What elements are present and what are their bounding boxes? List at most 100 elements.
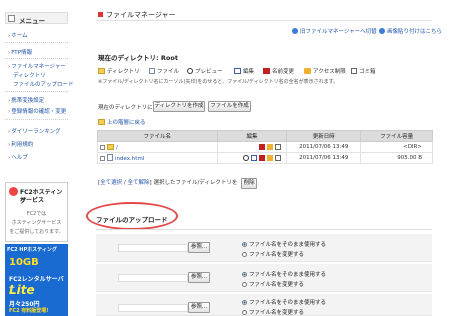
divider	[96, 229, 432, 230]
radio-icon	[242, 242, 247, 247]
file-path-field[interactable]	[118, 304, 188, 312]
browse-button[interactable]: 参照...	[188, 302, 210, 313]
lock-icon[interactable]	[267, 143, 274, 150]
parent-directory-link[interactable]: 上の階層に戻る	[98, 118, 146, 126]
preview-icon	[187, 68, 193, 74]
row-checkbox[interactable]	[100, 156, 105, 161]
browse-button[interactable]: 参照...	[188, 272, 210, 283]
trash-icon[interactable]	[275, 143, 282, 150]
radio-icon	[242, 310, 247, 315]
divider	[5, 119, 68, 120]
bullet-icon: ›	[8, 64, 11, 70]
table-row: index.html 2011/07/06 13:49 905.00 B	[97, 152, 433, 164]
preview-icon[interactable]	[243, 154, 250, 161]
hint-text: ※ファイル/ディレクトリ名にカーソル(矢印)をのせると、ファイル/ディレクトリ名…	[98, 79, 339, 85]
size-cell: <DIR>	[360, 141, 433, 153]
radio-icon	[242, 252, 247, 257]
rental-server-banner[interactable]: FC2 HPホスティング 10GB FC2レンタルサーバー Lite 月々250…	[5, 244, 68, 316]
radio-change-name[interactable]: ファイル名を変更する	[242, 308, 304, 316]
bullet-icon: ›	[8, 155, 11, 161]
trash-icon	[351, 68, 357, 74]
browse-button[interactable]: 参照...	[188, 242, 210, 253]
sidebar-item-file-upload[interactable]: ファイルのアップロード	[13, 80, 74, 88]
sidebar-item-ranking[interactable]: ›ダイリーランキング	[8, 127, 61, 135]
legend-edit: 編集	[234, 67, 254, 75]
file-name-link[interactable]: /	[116, 145, 118, 151]
banner-text: FC2 HPホスティング	[7, 247, 57, 253]
upload-row: 参照... ファイル名をそのまま使用する ファイル名を変更する	[96, 234, 432, 262]
old-manager-link[interactable]: 旧ファイルマネージャーへ切替	[292, 27, 377, 35]
file-icon	[149, 68, 155, 74]
sidebar-item-mobile-settings[interactable]: ›携帯変換設定	[8, 96, 44, 104]
radio-keep-name[interactable]: ファイル名をそのまま使用する	[242, 298, 326, 306]
radio-change-name[interactable]: ファイル名を変更する	[242, 280, 304, 288]
sidebar-item-file-manager[interactable]: ›ファイルマネージャー	[8, 62, 66, 70]
delete-button[interactable]: 削除	[241, 178, 258, 189]
hosting-ad[interactable]: FC2ホスティング サービス FC2では ホスティングサービス をご提供しており…	[5, 182, 68, 242]
file-path-field[interactable]	[118, 244, 188, 252]
upload-row: 参照... ファイル名をそのまま使用する ファイル名を変更する	[96, 264, 432, 292]
col-updated: 更新日時	[286, 130, 362, 142]
file-table: ファイル名 編集 更新日時 ファイル容量 / 2011/07/06 13:49 …	[97, 130, 433, 164]
bullet-icon: ›	[8, 98, 11, 104]
file-path-field[interactable]	[118, 274, 188, 282]
rename-icon[interactable]	[259, 143, 266, 150]
page-title: ファイルマネージャー	[106, 11, 176, 19]
bullet-icon: ›	[8, 109, 11, 115]
rename-icon	[263, 68, 270, 74]
col-edit: 編集	[216, 130, 288, 142]
selected-label: 選択したファイル/ディレクトリを	[153, 180, 238, 186]
legend-access: アクセス制限	[304, 67, 346, 75]
create-file-button[interactable]: ファイルを作成	[208, 101, 251, 112]
sidebar-item-ftp[interactable]: ›FTP情報	[8, 48, 32, 56]
sidebar-item-account-info[interactable]: ›登録情報の確認・変更	[8, 107, 66, 115]
edit-icon[interactable]	[251, 154, 258, 161]
row-checkbox[interactable]	[100, 144, 105, 150]
table-row: / 2011/07/06 13:49 <DIR>	[97, 141, 433, 153]
date-cell: 2011/07/06 13:49	[286, 141, 362, 153]
radio-change-name[interactable]: ファイル名を変更する	[242, 250, 304, 258]
info-icon	[379, 28, 385, 34]
divider	[5, 42, 68, 43]
folder-icon	[98, 68, 105, 74]
banner-text: 10GB	[9, 257, 39, 268]
bullet-icon: ›	[8, 50, 11, 56]
menu-header: メニュー	[5, 12, 68, 25]
deselect-all-link[interactable]: 全て解除	[128, 180, 150, 186]
radio-keep-name[interactable]: ファイル名をそのまま使用する	[242, 240, 326, 248]
edit-cell	[216, 141, 288, 153]
file-name-cell: /	[97, 141, 218, 153]
col-filename: ファイル名	[97, 130, 218, 142]
legend-file: ファイル	[149, 67, 179, 75]
sidebar-item-directory[interactable]: ディレクトリ	[13, 71, 46, 79]
upload-row: 参照... ファイル名をそのまま使用する ファイル名を変更する	[96, 294, 432, 316]
rename-icon[interactable]	[259, 154, 266, 161]
fc2-logo-icon	[9, 187, 18, 196]
trash-icon[interactable]	[275, 154, 282, 161]
sidebar-item-home[interactable]: ›ホーム	[8, 31, 28, 39]
select-all-link[interactable]: 全て選択	[100, 180, 122, 186]
bullet-icon: ›	[8, 33, 11, 39]
info-icon	[292, 28, 298, 34]
banner-text: FC2 有料版登場!	[9, 308, 49, 314]
menu-icon	[8, 15, 15, 22]
folder-up-icon	[98, 119, 105, 125]
bullet-icon: ›	[8, 129, 11, 135]
create-directory-button[interactable]: ディレクトリを作成	[153, 101, 205, 112]
legend-directory: ディレクトリ	[98, 67, 140, 75]
sidebar-item-help[interactable]: ›ヘルプ	[8, 153, 28, 161]
sidebar-item-terms[interactable]: ›利用規約	[8, 140, 33, 148]
icon-legend: ディレクトリ ファイル プレビュー 編集 名前変更 アクセス制限 ゴミ箱	[98, 67, 434, 76]
sidebar: メニュー ›ホーム ›FTP情報 ›ファイルマネージャー ディレクトリ ファイル…	[0, 0, 76, 316]
ad-text: FC2では	[26, 211, 47, 217]
title-marker-icon	[98, 12, 103, 17]
folder-icon	[107, 143, 114, 150]
file-icon	[107, 154, 113, 161]
lock-icon[interactable]	[267, 154, 274, 161]
file-name-link[interactable]: index.html	[115, 156, 144, 162]
legend-preview: プレビュー	[187, 67, 223, 75]
divider	[5, 91, 68, 92]
image-paste-link[interactable]: 画像貼り付けはこちら	[379, 27, 442, 35]
radio-keep-name[interactable]: ファイル名をそのまま使用する	[242, 270, 326, 278]
ad-text: ホスティングサービス	[11, 220, 62, 226]
